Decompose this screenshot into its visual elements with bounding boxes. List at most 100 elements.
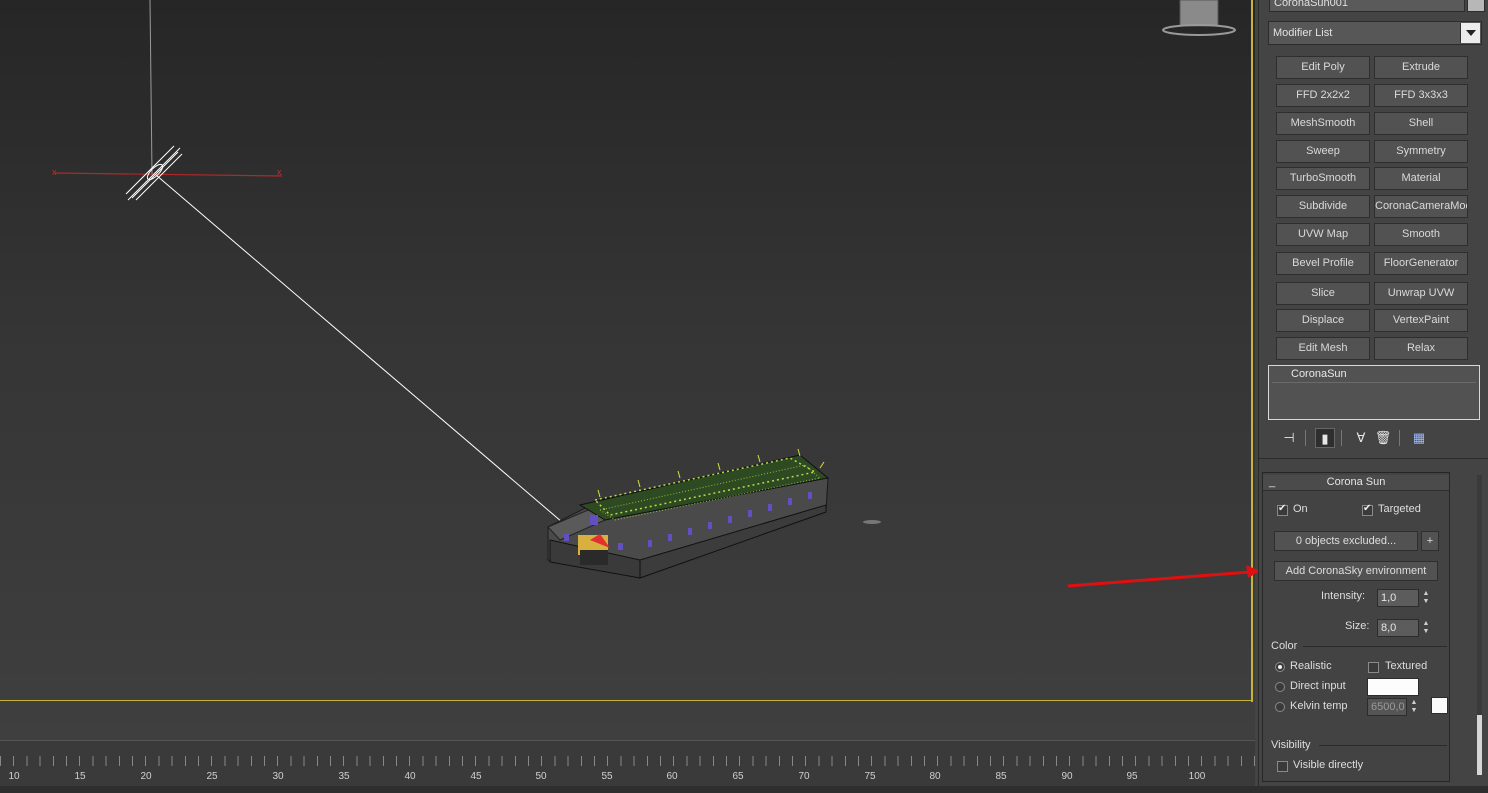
- status-bar: [0, 786, 1488, 793]
- modifier-button[interactable]: UVW Map: [1276, 223, 1370, 246]
- tick-label: 65: [732, 771, 744, 782]
- viewcube-icon: [1162, 0, 1236, 36]
- modifier-button[interactable]: Unwrap UVW: [1374, 282, 1468, 305]
- tick-label: 85: [995, 771, 1007, 782]
- sun-x-axis: [54, 172, 283, 177]
- tick-label: 40: [404, 771, 416, 782]
- toolbar-separator: [1341, 430, 1342, 446]
- object-color-swatch[interactable]: [1467, 0, 1485, 12]
- direct-color-swatch[interactable]: [1367, 678, 1419, 696]
- add-coronasky-button[interactable]: Add CoronaSky environment: [1274, 561, 1438, 581]
- tick-label: 45: [470, 771, 482, 782]
- object-name-field[interactable]: CoronaSun001: [1269, 0, 1465, 12]
- on-checkbox[interactable]: [1277, 503, 1288, 516]
- sun-vertical-axis: [149, 0, 153, 176]
- exclude-objects-button[interactable]: 0 objects excluded...: [1274, 531, 1418, 551]
- modifier-stack[interactable]: CoronaSun: [1268, 365, 1480, 420]
- axis-label-left: x: [52, 167, 57, 177]
- show-end-result-icon[interactable]: ▮: [1315, 428, 1335, 448]
- remove-modifier-icon[interactable]: 🗑: [1373, 428, 1393, 448]
- modifier-button[interactable]: FFD 2x2x2: [1276, 84, 1370, 107]
- viewport-active-border: [1251, 0, 1253, 702]
- size-input[interactable]: 8,0: [1377, 619, 1419, 637]
- tick-label: 25: [206, 771, 218, 782]
- on-label: On: [1293, 503, 1308, 515]
- modifier-button[interactable]: CoronaCameraMod: [1374, 195, 1468, 218]
- direct-input-radio[interactable]: [1275, 682, 1285, 692]
- intensity-label: Intensity:: [1321, 590, 1366, 602]
- targeted-checkbox[interactable]: [1362, 503, 1373, 516]
- toolbar-separator: [1399, 430, 1400, 446]
- rollout-title: Corona Sun: [1326, 476, 1386, 488]
- viewport-scene: x x: [52, 0, 1236, 579]
- scrollbar-thumb[interactable]: [1477, 715, 1482, 775]
- collapse-icon[interactable]: _: [1269, 475, 1275, 490]
- pin-stack-icon[interactable]: ⊣: [1279, 428, 1299, 448]
- modifier-button[interactable]: Smooth: [1374, 223, 1468, 246]
- kelvin-color-swatch[interactable]: [1431, 697, 1448, 714]
- realistic-label: Realistic: [1290, 660, 1332, 672]
- modifier-button[interactable]: Material: [1374, 167, 1468, 190]
- group-divider: [1303, 646, 1447, 647]
- target-marker: [863, 520, 881, 524]
- intensity-input[interactable]: 1,0: [1377, 589, 1419, 607]
- modifier-button[interactable]: Subdivide: [1276, 195, 1370, 218]
- modifier-button[interactable]: Extrude: [1374, 56, 1468, 79]
- modifier-button[interactable]: VertexPaint: [1374, 309, 1468, 332]
- modifier-button[interactable]: Edit Mesh: [1276, 337, 1370, 360]
- spinner-arrows-icon[interactable]: ▲ ▼: [1421, 590, 1431, 608]
- viewport-bottom-border: [0, 700, 1253, 701]
- make-unique-icon[interactable]: ∀: [1351, 428, 1371, 448]
- corona-sun-helper-icon: [125, 145, 183, 201]
- tick-label: 100: [1188, 771, 1206, 782]
- modifier-button[interactable]: Sweep: [1276, 140, 1370, 163]
- tick-label: 95: [1126, 771, 1138, 782]
- modifier-button[interactable]: Relax: [1374, 337, 1468, 360]
- modifier-button[interactable]: MeshSmooth: [1276, 112, 1370, 135]
- textured-label: Textured: [1385, 660, 1428, 672]
- kelvin-label: Kelvin temp: [1290, 700, 1348, 712]
- kelvin-input[interactable]: 6500,0: [1367, 698, 1407, 716]
- tick-label: 60: [666, 771, 678, 782]
- stack-toolbar: ⊣ ▮ ∀ 🗑 ▦: [1269, 428, 1469, 450]
- configure-sets-icon[interactable]: ▦: [1409, 428, 1429, 448]
- modifier-button[interactable]: Symmetry: [1374, 140, 1468, 163]
- tick-label: 55: [601, 771, 613, 782]
- time-ruler-ticks: [0, 756, 1255, 766]
- annotation-arrow: [1067, 565, 1260, 588]
- modifier-button[interactable]: Slice: [1276, 282, 1370, 305]
- panel-divider: [1259, 458, 1488, 459]
- modifier-button[interactable]: Shell: [1374, 112, 1468, 135]
- modifier-list-label: Modifier List: [1273, 27, 1333, 39]
- modifier-button[interactable]: FloorGenerator: [1374, 252, 1468, 275]
- corona-sun-rollout: _ Corona Sun On Targeted 0 objects exclu…: [1262, 472, 1450, 782]
- spinner-arrows-icon[interactable]: ▲ ▼: [1421, 620, 1431, 638]
- modifier-button[interactable]: Bevel Profile: [1276, 252, 1370, 275]
- visible-directly-label: Visible directly: [1293, 759, 1364, 771]
- targeted-label: Targeted: [1378, 503, 1421, 515]
- textured-checkbox[interactable]: [1368, 662, 1379, 673]
- stack-item-coronasun[interactable]: CoronaSun: [1272, 368, 1476, 383]
- group-divider: [1319, 745, 1447, 746]
- tick-label: 90: [1061, 771, 1073, 782]
- command-panel: CoronaSun001 Modifier List Edit Poly Ext…: [1258, 0, 1488, 786]
- tick-label: 80: [929, 771, 941, 782]
- color-group-label: Color: [1271, 640, 1298, 652]
- modifier-button[interactable]: TurboSmooth: [1276, 167, 1370, 190]
- spinner-arrows-icon[interactable]: ▲ ▼: [1409, 699, 1419, 717]
- rollout-header[interactable]: _ Corona Sun: [1263, 475, 1449, 491]
- modifier-list-dropdown[interactable]: Modifier List: [1268, 21, 1482, 45]
- panel-scrollbar[interactable]: [1477, 475, 1482, 775]
- add-exclude-button[interactable]: +: [1421, 531, 1439, 551]
- realistic-radio[interactable]: [1275, 662, 1285, 672]
- visibility-group-label: Visibility: [1271, 739, 1311, 751]
- visible-directly-checkbox[interactable]: [1277, 761, 1288, 772]
- chevron-down-icon[interactable]: [1460, 23, 1480, 43]
- modifier-button[interactable]: FFD 3x3x3: [1374, 84, 1468, 107]
- tick-label: 50: [535, 771, 547, 782]
- perspective-viewport[interactable]: x x: [0, 0, 1255, 740]
- kelvin-radio[interactable]: [1275, 702, 1285, 712]
- modifier-button[interactable]: Displace: [1276, 309, 1370, 332]
- greenhouse-model: [547, 448, 830, 579]
- modifier-button[interactable]: Edit Poly: [1276, 56, 1370, 79]
